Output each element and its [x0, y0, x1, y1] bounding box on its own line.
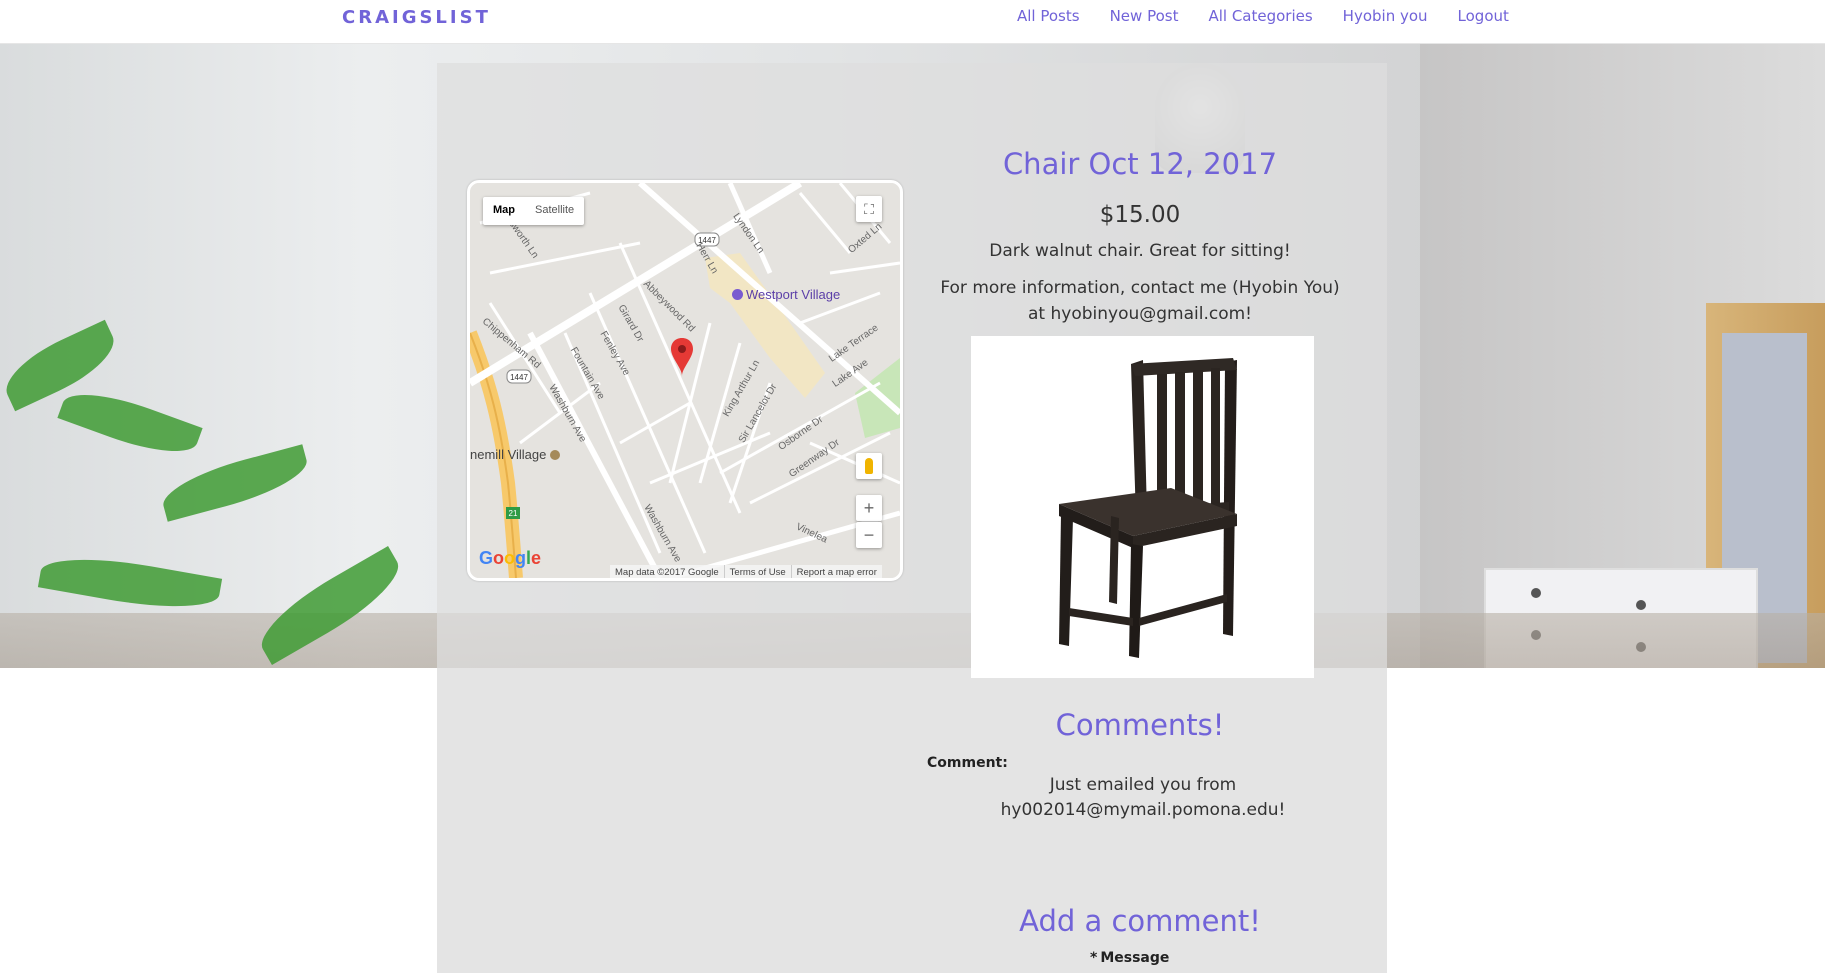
pegman-icon[interactable]	[856, 453, 882, 479]
dresser-knob	[1531, 588, 1541, 598]
poi-pin-icon	[550, 450, 561, 460]
zoom-in-icon[interactable]: +	[856, 495, 882, 521]
poi-stonemill-village[interactable]: nemill Village	[470, 447, 561, 462]
chair-image	[1059, 358, 1237, 658]
map-type-map[interactable]: Map	[483, 197, 525, 225]
map-data-attribution: Map data ©2017 Google	[610, 565, 725, 578]
map-type-satellite[interactable]: Satellite	[525, 197, 584, 225]
google-logo: Google	[479, 548, 542, 568]
map-type-control: Map Satellite	[483, 197, 585, 225]
poi-pin-icon	[732, 289, 743, 300]
post-contact-email: at hyobinyou@gmail.com!	[1028, 304, 1252, 324]
plant-leaf	[157, 444, 313, 522]
post-description: Dark walnut chair. Great for sitting!	[989, 241, 1291, 261]
nav-links: All Posts New Post All Categories Hyobin…	[1017, 7, 1539, 25]
dresser-knob	[1636, 600, 1646, 610]
nav-all-posts[interactable]: All Posts	[1017, 7, 1080, 25]
required-mark: *	[1090, 950, 1098, 966]
plant-leaf	[57, 380, 203, 466]
add-comment-heading: Add a comment!	[1019, 904, 1261, 938]
post-contact: For more information, contact me (Hyobin…	[920, 275, 1360, 327]
comment-text-line: hy002014@mymail.pomona.edu!	[1000, 800, 1286, 820]
message-label: * Message	[1090, 950, 1169, 966]
navbar: CRAIGSLIST All Posts New Post All Catego…	[0, 0, 1825, 44]
message-label-text: Message	[1100, 950, 1170, 966]
nav-logout[interactable]: Logout	[1458, 7, 1509, 25]
post-contact-line: For more information, contact me (Hyobin…	[940, 278, 1340, 298]
nav-all-categories[interactable]: All Categories	[1208, 7, 1312, 25]
comments-heading: Comments!	[1055, 708, 1225, 742]
post-title: Chair Oct 12, 2017	[1002, 147, 1278, 181]
comment-label: Comment:	[927, 755, 1008, 771]
location-map[interactable]: 1447 1447 21 Herr Ln Lyndon Ln Abbeywood…	[467, 180, 903, 581]
fullscreen-icon[interactable]: ⛶	[856, 196, 882, 222]
route-badge: 21	[509, 509, 518, 518]
map-terms-link[interactable]: Terms of Use	[725, 565, 792, 578]
post-price: $15.00	[1099, 202, 1181, 228]
map-report-link[interactable]: Report a map error	[792, 565, 882, 578]
zoom-out-icon[interactable]: −	[856, 522, 882, 548]
poi-westport-village[interactable]: Westport Village	[732, 287, 840, 302]
nav-user[interactable]: Hyobin you	[1343, 7, 1428, 25]
nav-new-post[interactable]: New Post	[1110, 7, 1179, 25]
map-pin-icon[interactable]	[671, 338, 693, 376]
map-footer: Map data ©2017 Google Terms of Use Repor…	[610, 565, 882, 578]
route-badge: 1447	[510, 373, 528, 382]
comment-text-line: Just emailed you from	[1049, 775, 1237, 795]
brand-logo[interactable]: CRAIGSLIST	[342, 7, 491, 28]
plant-leaf	[37, 547, 223, 619]
comment-text: Just emailed you from hy002014@mymail.po…	[978, 773, 1308, 823]
post-image	[971, 336, 1314, 678]
